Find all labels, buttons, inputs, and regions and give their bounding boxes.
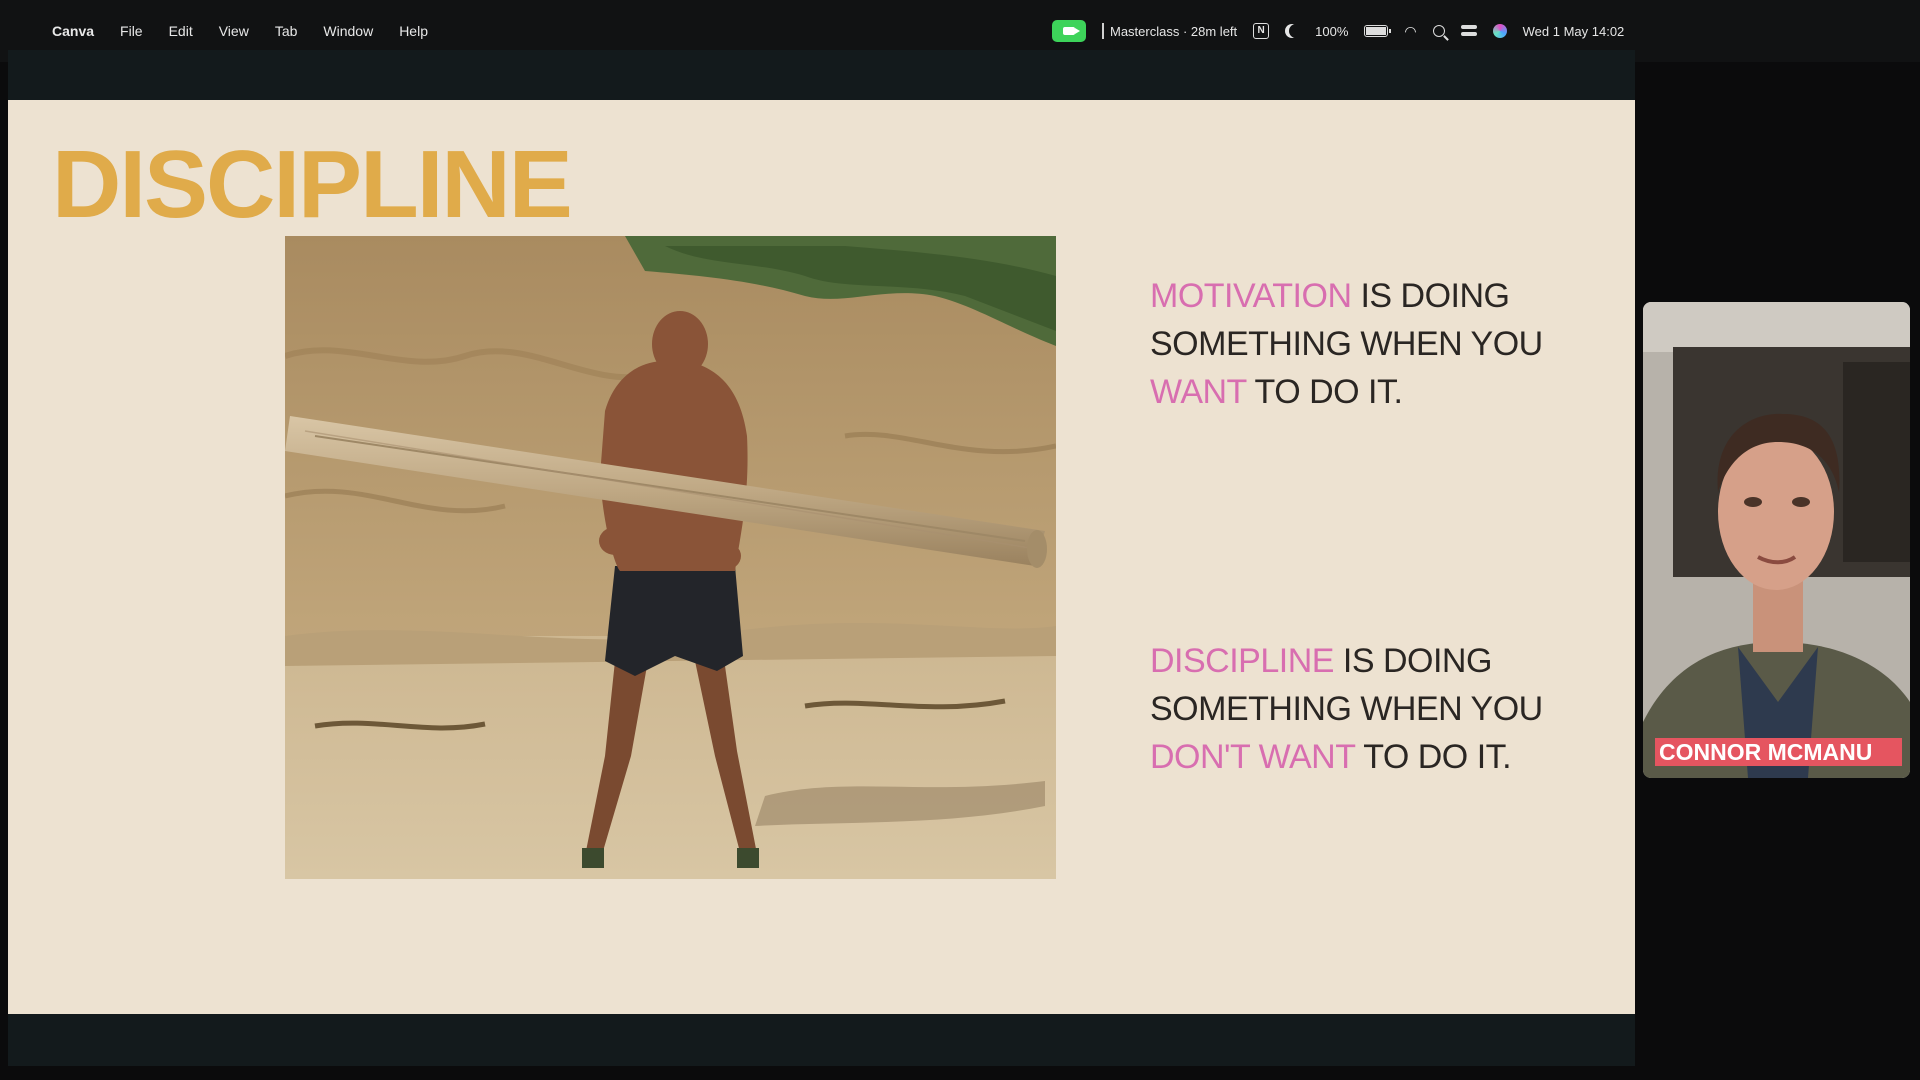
canva-top-bar [8, 50, 1635, 100]
app-menu[interactable]: Canva [52, 23, 94, 39]
screen-recording-icon[interactable] [1052, 20, 1086, 42]
presenter-name-tag: CONNOR MCMANU [1655, 738, 1902, 766]
slide-title: DISCIPLINE [52, 131, 573, 238]
quote-motivation-highlight: MOTIVATION [1150, 277, 1352, 315]
menu-tab[interactable]: Tab [275, 23, 298, 39]
quote-discipline[interactable]: DISCIPLINE IS DOING SOMETHING WHEN YOU D… [1150, 637, 1550, 781]
status-divider [1102, 23, 1104, 39]
canva-bottom-bar [8, 1014, 1635, 1066]
menu-window[interactable]: Window [323, 23, 373, 39]
masterclass-status[interactable]: Masterclass · 28m left [1110, 24, 1237, 39]
quote-motivation-end: TO DO IT. [1246, 373, 1403, 411]
focus-moon-icon[interactable] [1289, 24, 1303, 38]
presentation-slide[interactable]: DISCIPLINE MOTIVATION IS DOING SOMETHING… [8, 100, 1635, 1014]
control-center-icon[interactable] [1460, 25, 1477, 37]
wifi-icon[interactable]: ◠ [1404, 23, 1416, 40]
notion-icon[interactable]: N [1253, 23, 1270, 39]
menu-view[interactable]: View [219, 23, 249, 39]
menu-file[interactable]: File [120, 23, 143, 39]
quote-motivation[interactable]: MOTIVATION IS DOING SOMETHING WHEN YOU W… [1150, 272, 1550, 416]
spotlight-search-icon[interactable] [1432, 25, 1445, 37]
quote-discipline-highlight-2: DON'T WANT [1150, 738, 1355, 776]
quote-motivation-highlight-2: WANT [1150, 373, 1247, 411]
menu-edit[interactable]: Edit [169, 23, 193, 39]
menu-help[interactable]: Help [399, 23, 428, 39]
presenter-video-frame [1643, 302, 1910, 778]
slide-photo-man-carrying-log[interactable] [285, 236, 1056, 879]
quote-discipline-highlight: DISCIPLINE [1150, 642, 1334, 680]
battery-icon[interactable] [1364, 25, 1392, 37]
clock[interactable]: Wed 1 May 14:02 [1523, 24, 1625, 39]
battery-percent: 100% [1315, 23, 1349, 39]
presenter-webcam[interactable]: CONNOR MCMANU [1643, 302, 1910, 778]
quote-discipline-end: TO DO IT. [1354, 738, 1512, 776]
siri-icon[interactable] [1492, 24, 1507, 38]
